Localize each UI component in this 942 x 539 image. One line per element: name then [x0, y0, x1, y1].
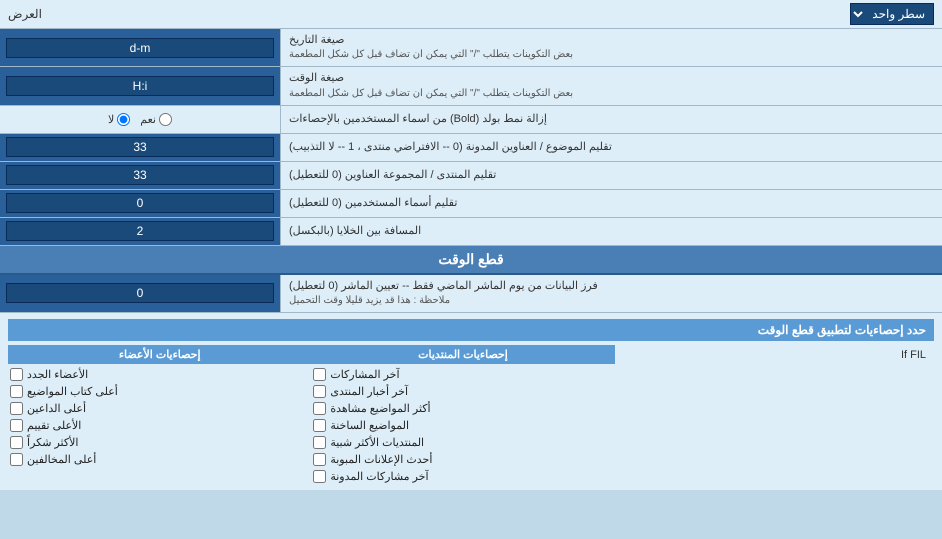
- checkbox-forums-6[interactable]: [313, 470, 326, 483]
- checkbox-members-2[interactable]: [10, 402, 23, 415]
- stats-left-label: If FIL: [615, 345, 934, 484]
- list-item: آخر أخبار المنتدى: [311, 384, 614, 399]
- checkbox-members-0[interactable]: [10, 368, 23, 381]
- checkbox-members-4[interactable]: [10, 436, 23, 449]
- time-format-input[interactable]: [6, 76, 274, 96]
- topic-titles-input-cell: [0, 134, 280, 161]
- cutoff-input[interactable]: [6, 283, 274, 303]
- time-format-label: صيغة الوقت بعض التكوينات يتطلب "/" التي …: [280, 67, 942, 104]
- checkbox-members-1[interactable]: [10, 385, 23, 398]
- bold-remove-row: إزالة نمط بولد (Bold) من اسماء المستخدمي…: [0, 106, 942, 134]
- cell-spacing-row: المسافة بين الخلايا (بالبكسل): [0, 218, 942, 246]
- checkbox-members-5[interactable]: [10, 453, 23, 466]
- list-item: الأعضاء الجدد: [8, 367, 311, 382]
- list-item: المنتديات الأكثر شبية: [311, 435, 614, 450]
- date-format-label: صيغة التاريخ بعض التكوينات يتطلب "/" الت…: [280, 29, 942, 66]
- list-item: أعلى كتاب المواضيع: [8, 384, 311, 399]
- stats-members-header: إحصاءيات الأعضاء: [8, 345, 311, 364]
- bold-remove-label: إزالة نمط بولد (Bold) من اسماء المستخدمي…: [280, 106, 942, 133]
- checkbox-forums-1[interactable]: [313, 385, 326, 398]
- user-names-input-cell: [0, 190, 280, 217]
- bold-yes-label[interactable]: نعم: [140, 113, 172, 126]
- time-format-input-cell: [0, 67, 280, 104]
- checkbox-forums-3[interactable]: [313, 419, 326, 432]
- top-right-label: العرض: [8, 7, 42, 21]
- list-item: أحدث الإعلانات المبوبة: [311, 452, 614, 467]
- list-item: أعلى الداعين: [8, 401, 311, 416]
- cutoff-row: فرز البيانات من يوم الماشر الماضي فقط --…: [0, 275, 942, 313]
- forum-titles-row: تقليم المنتدى / المجموعة العناوين (0 للت…: [0, 162, 942, 190]
- list-item: أعلى المخالفين: [8, 452, 311, 467]
- display-select-wrapper[interactable]: سطر واحدسطرينثلاثة أسطر: [850, 3, 934, 25]
- stats-forums-items: آخر المشاركات آخر أخبار المنتدى أكثر الم…: [311, 367, 614, 484]
- cell-spacing-label: المسافة بين الخلايا (بالبكسل): [280, 218, 942, 245]
- forum-titles-input[interactable]: [6, 165, 274, 185]
- cutoff-label: فرز البيانات من يوم الماشر الماضي فقط --…: [280, 275, 942, 312]
- stats-header: حدد إحصاءيات لتطبيق قطع الوقت: [8, 319, 934, 341]
- cell-spacing-input-cell: [0, 218, 280, 245]
- bold-no-radio[interactable]: [117, 113, 130, 126]
- list-item: الأعلى تقييم: [8, 418, 311, 433]
- checkbox-forums-2[interactable]: [313, 402, 326, 415]
- stats-forums-header: إحصاءيات المنتديات: [311, 345, 614, 364]
- user-names-row: تقليم أسماء المستخدمين (0 للتعطيل): [0, 190, 942, 218]
- cutoff-header-row: قطع الوقت: [0, 246, 942, 275]
- checkbox-forums-0[interactable]: [313, 368, 326, 381]
- stats-members-items: الأعضاء الجدد أعلى كتاب المواضيع أعلى ال…: [8, 367, 311, 467]
- list-item: المواضيع الساخنة: [311, 418, 614, 433]
- stats-members-col: إحصاءيات الأعضاء الأعضاء الجدد أعلى كتاب…: [8, 345, 311, 484]
- topic-titles-row: تقليم الموضوع / العناوين المدونة (0 -- ا…: [0, 134, 942, 162]
- list-item: آخر المشاركات: [311, 367, 614, 382]
- stats-section: حدد إحصاءيات لتطبيق قطع الوقت If FIL إحص…: [0, 313, 942, 490]
- list-item: الأكثر شكراً: [8, 435, 311, 450]
- cell-spacing-input[interactable]: [6, 221, 274, 241]
- forum-titles-label: تقليم المنتدى / المجموعة العناوين (0 للت…: [280, 162, 942, 189]
- topic-titles-input[interactable]: [6, 137, 274, 157]
- bold-yes-radio[interactable]: [159, 113, 172, 126]
- date-format-row: صيغة التاريخ بعض التكوينات يتطلب "/" الت…: [0, 29, 942, 67]
- stats-forums-col: إحصاءيات المنتديات آخر المشاركات آخر أخب…: [311, 345, 614, 484]
- time-format-row: صيغة الوقت بعض التكوينات يتطلب "/" التي …: [0, 67, 942, 105]
- checkbox-forums-4[interactable]: [313, 436, 326, 449]
- user-names-input[interactable]: [6, 193, 274, 213]
- list-item: آخر مشاركات المدونة: [311, 469, 614, 484]
- top-header-row: سطر واحدسطرينثلاثة أسطر العرض: [0, 0, 942, 29]
- topic-titles-label: تقليم الموضوع / العناوين المدونة (0 -- ا…: [280, 134, 942, 161]
- bold-no-label[interactable]: لا: [108, 113, 130, 126]
- checkbox-forums-5[interactable]: [313, 453, 326, 466]
- date-format-input-cell: [0, 29, 280, 66]
- checkbox-members-3[interactable]: [10, 419, 23, 432]
- bold-remove-radio-cell: نعم لا: [0, 106, 280, 133]
- cutoff-header: قطع الوقت: [0, 246, 942, 273]
- date-format-input[interactable]: [6, 38, 274, 58]
- forum-titles-input-cell: [0, 162, 280, 189]
- cutoff-input-cell: [0, 275, 280, 312]
- display-select[interactable]: سطر واحدسطرينثلاثة أسطر: [850, 3, 934, 25]
- user-names-label: تقليم أسماء المستخدمين (0 للتعطيل): [280, 190, 942, 217]
- list-item: أكثر المواضيع مشاهدة: [311, 401, 614, 416]
